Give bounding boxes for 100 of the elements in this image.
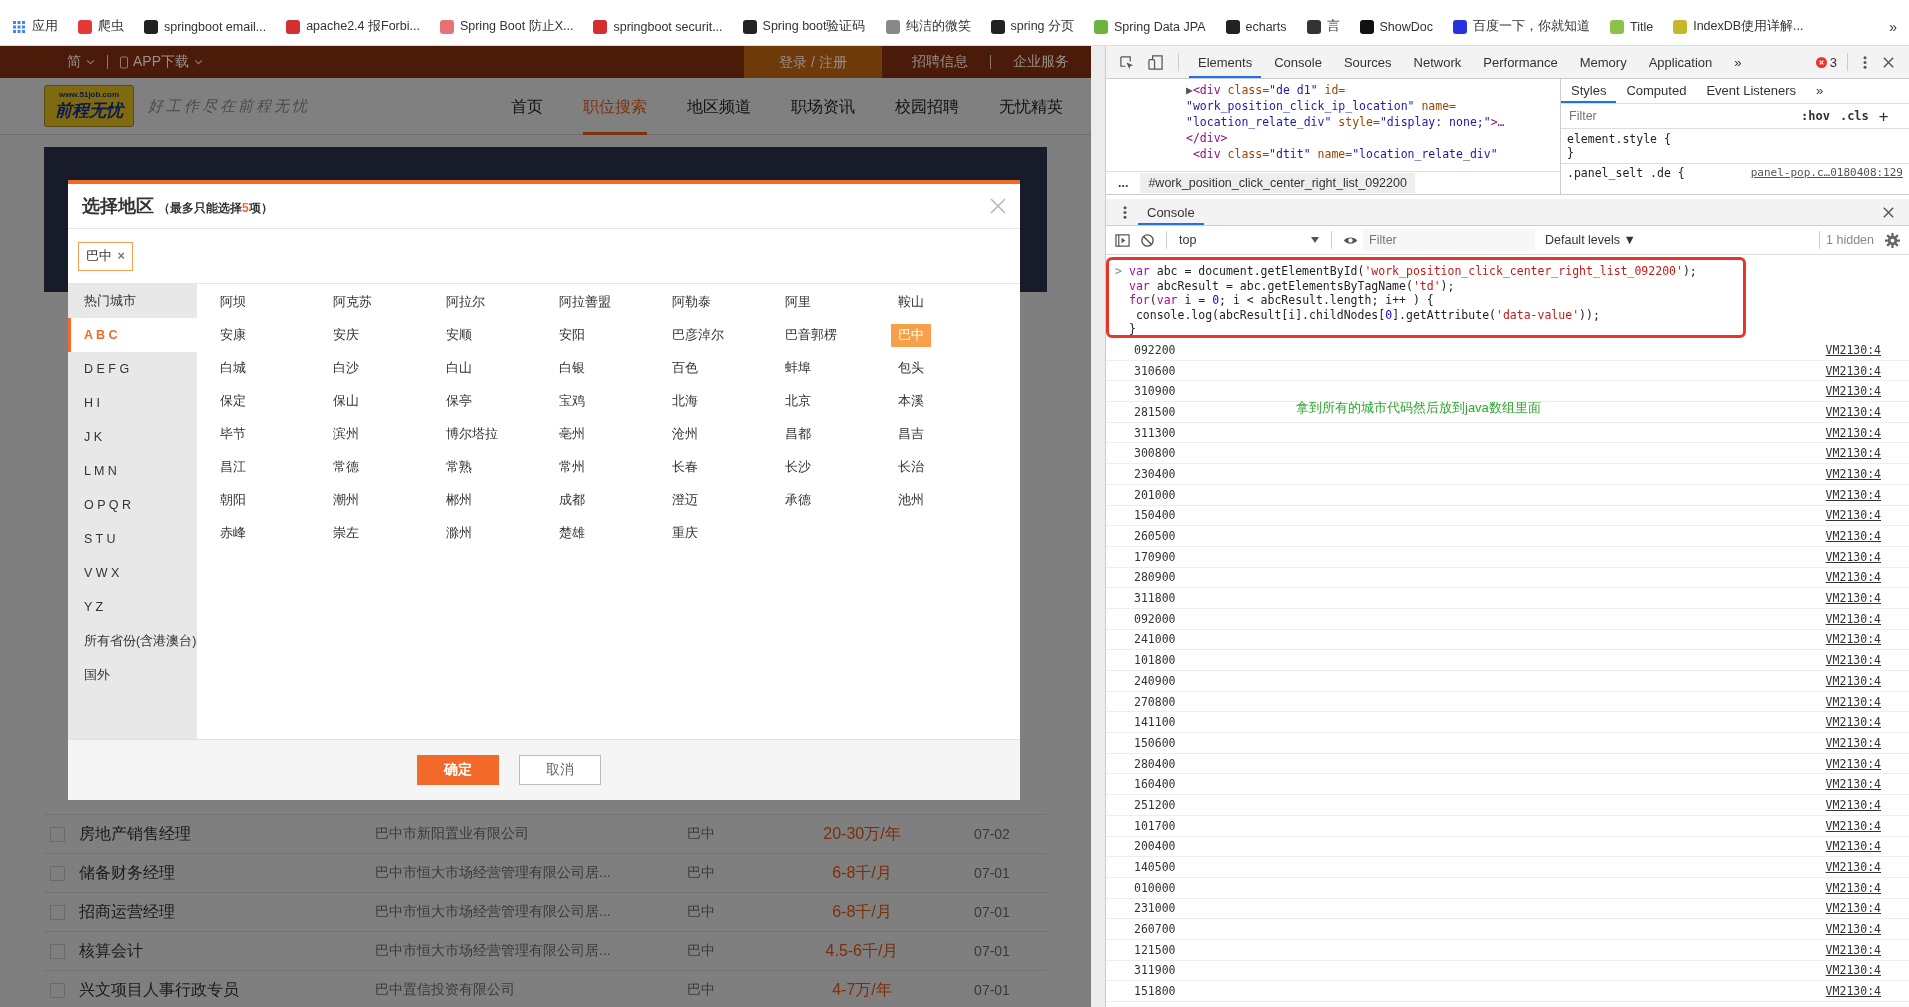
city-option[interactable]: 长沙 <box>783 456 813 479</box>
city-option[interactable]: 白银 <box>557 357 587 380</box>
bookmark[interactable]: 纯洁的微笑 <box>885 18 971 35</box>
breadcrumb[interactable]: #work_position_click_center_right_list_092200 <box>1140 173 1415 193</box>
bookmark[interactable]: IndexDB使用详解... <box>1673 18 1804 35</box>
city-option[interactable]: 包头 <box>896 357 926 380</box>
bookmark[interactable]: 百度一下，你就知道 <box>1453 18 1590 35</box>
city-option[interactable]: 保亭 <box>444 390 474 413</box>
devtools-tab[interactable]: Network <box>1404 46 1471 78</box>
category-item[interactable]: 所有省份(含港澳台) <box>68 624 197 658</box>
cancel-button[interactable]: 取消 <box>519 755 601 785</box>
clear-console-icon[interactable] <box>1140 232 1155 248</box>
devtools-tab[interactable]: Sources <box>1334 46 1401 78</box>
source-link[interactable]: VM2130:4 <box>1825 839 1881 854</box>
city-option[interactable]: 昌江 <box>218 456 248 479</box>
nav-item[interactable]: 地区频道 <box>687 77 751 135</box>
bookmark[interactable]: echarts <box>1225 19 1287 34</box>
job-title[interactable]: 储备财务经理 <box>79 862 375 884</box>
city-option[interactable]: 潮州 <box>331 489 361 512</box>
city-option[interactable]: 成都 <box>557 489 587 512</box>
city-option[interactable]: 宝鸡 <box>557 390 587 413</box>
city-option[interactable]: 蚌埠 <box>783 357 813 380</box>
html-line[interactable]: ▶<div class="de d1" id= <box>1186 82 1560 98</box>
category-item[interactable]: 国外 <box>68 658 197 692</box>
styles-tab[interactable]: Computed <box>1616 79 1697 103</box>
city-option[interactable]: 毕节 <box>218 423 248 446</box>
bookmark[interactable]: 应用 <box>12 18 58 35</box>
bookmark[interactable]: springboot email... <box>144 19 267 34</box>
more-icon[interactable] <box>1123 204 1127 220</box>
html-line[interactable]: </div> <box>1186 130 1560 146</box>
source-link[interactable]: VM2130:4 <box>1825 404 1881 419</box>
source-link[interactable]: VM2130:4 <box>1825 363 1881 378</box>
bookmark[interactable]: Spring boot验证码 <box>742 18 866 35</box>
city-option[interactable]: 安顺 <box>444 324 474 347</box>
source-link[interactable]: VM2130:4 <box>1825 653 1881 668</box>
city-option[interactable]: 白山 <box>444 357 474 380</box>
city-option[interactable]: 滁州 <box>444 522 474 545</box>
city-option[interactable]: 博尔塔拉 <box>444 423 500 446</box>
source-link[interactable]: VM2130:4 <box>1825 570 1881 585</box>
scrollbar[interactable] <box>1091 46 1106 1007</box>
new-rule-button[interactable]: + <box>1878 106 1889 126</box>
city-option[interactable]: 阿勒泰 <box>670 291 713 314</box>
source-link[interactable]: panel-pop.c…0180408:129 <box>1750 166 1903 180</box>
sidebar-toggle-icon[interactable] <box>1115 232 1130 248</box>
more-tabs[interactable]: » <box>1725 46 1751 78</box>
devtools-tab[interactable]: Performance <box>1474 46 1567 78</box>
styles-tab[interactable]: Styles <box>1561 79 1617 103</box>
job-title[interactable]: 房地产销售经理 <box>79 823 375 845</box>
city-option[interactable]: 楚雄 <box>557 522 587 545</box>
bookmark[interactable]: springboot securit... <box>593 19 723 34</box>
bookmark[interactable]: 言 <box>1306 18 1340 35</box>
city-option[interactable]: 郴州 <box>444 489 474 512</box>
city-option[interactable]: 保定 <box>218 390 248 413</box>
source-link[interactable]: VM2130:4 <box>1825 611 1881 626</box>
city-option[interactable]: 白沙 <box>331 357 361 380</box>
source-link[interactable]: VM2130:4 <box>1825 487 1881 502</box>
city-option[interactable]: 阿克苏 <box>331 291 374 314</box>
source-link[interactable]: VM2130:4 <box>1825 529 1881 544</box>
source-link[interactable]: VM2130:4 <box>1825 508 1881 523</box>
city-option[interactable]: 滨州 <box>331 423 361 446</box>
city-option[interactable]: 本溪 <box>896 390 926 413</box>
category-item[interactable]: S T U <box>68 522 197 556</box>
bookmark[interactable]: spring 分页 <box>990 18 1075 35</box>
city-option[interactable]: 长治 <box>896 456 926 479</box>
source-link[interactable]: VM2130:4 <box>1825 342 1881 357</box>
city-option[interactable]: 崇左 <box>331 522 361 545</box>
city-option[interactable]: 阿拉善盟 <box>557 291 613 314</box>
city-option[interactable]: 长春 <box>670 456 700 479</box>
nav-item[interactable]: 职场资讯 <box>791 77 855 135</box>
source-link[interactable]: VM2130:4 <box>1825 963 1881 978</box>
category-item[interactable]: V W X <box>68 556 197 590</box>
job-title[interactable]: 核算会计 <box>79 940 375 962</box>
source-link[interactable]: VM2130:4 <box>1825 735 1881 750</box>
source-link[interactable]: VM2130:4 <box>1825 818 1881 833</box>
bookmark[interactable]: Spring Data JPA <box>1094 19 1206 34</box>
city-option[interactable]: 阿拉尔 <box>444 291 487 314</box>
hover-state-button[interactable]: :hov <box>1801 109 1830 123</box>
city-option[interactable]: 巴彦淖尔 <box>670 324 726 347</box>
html-line[interactable]: "work_position_click_ip_location" name= <box>1186 98 1560 114</box>
category-item[interactable]: D E F G <box>68 352 197 386</box>
source-link[interactable]: VM2130:4 <box>1825 880 1881 895</box>
error-count[interactable]: 3 <box>1815 54 1837 70</box>
settings-icon[interactable] <box>1885 232 1900 248</box>
city-option[interactable]: 鞍山 <box>896 291 926 314</box>
job-title[interactable]: 招商运营经理 <box>79 901 375 923</box>
nav-item[interactable]: 首页 <box>511 77 543 135</box>
source-link[interactable]: VM2130:4 <box>1825 860 1881 875</box>
city-option[interactable]: 北京 <box>783 390 813 413</box>
source-link[interactable]: VM2130:4 <box>1825 384 1881 399</box>
city-option[interactable]: 赤峰 <box>218 522 248 545</box>
category-item[interactable]: O P Q R <box>68 488 197 522</box>
category-item[interactable]: 热门城市 <box>68 284 197 318</box>
city-option[interactable]: 百色 <box>670 357 700 380</box>
language-menu[interactable]: 简 <box>55 53 107 71</box>
source-link[interactable]: VM2130:4 <box>1825 922 1881 937</box>
city-option[interactable]: 重庆 <box>670 522 700 545</box>
city-option[interactable]: 朝阳 <box>218 489 248 512</box>
source-link[interactable]: VM2130:4 <box>1825 797 1881 812</box>
bookmark[interactable]: apache2.4 报Forbi... <box>286 18 420 35</box>
source-link[interactable]: VM2130:4 <box>1825 942 1881 957</box>
